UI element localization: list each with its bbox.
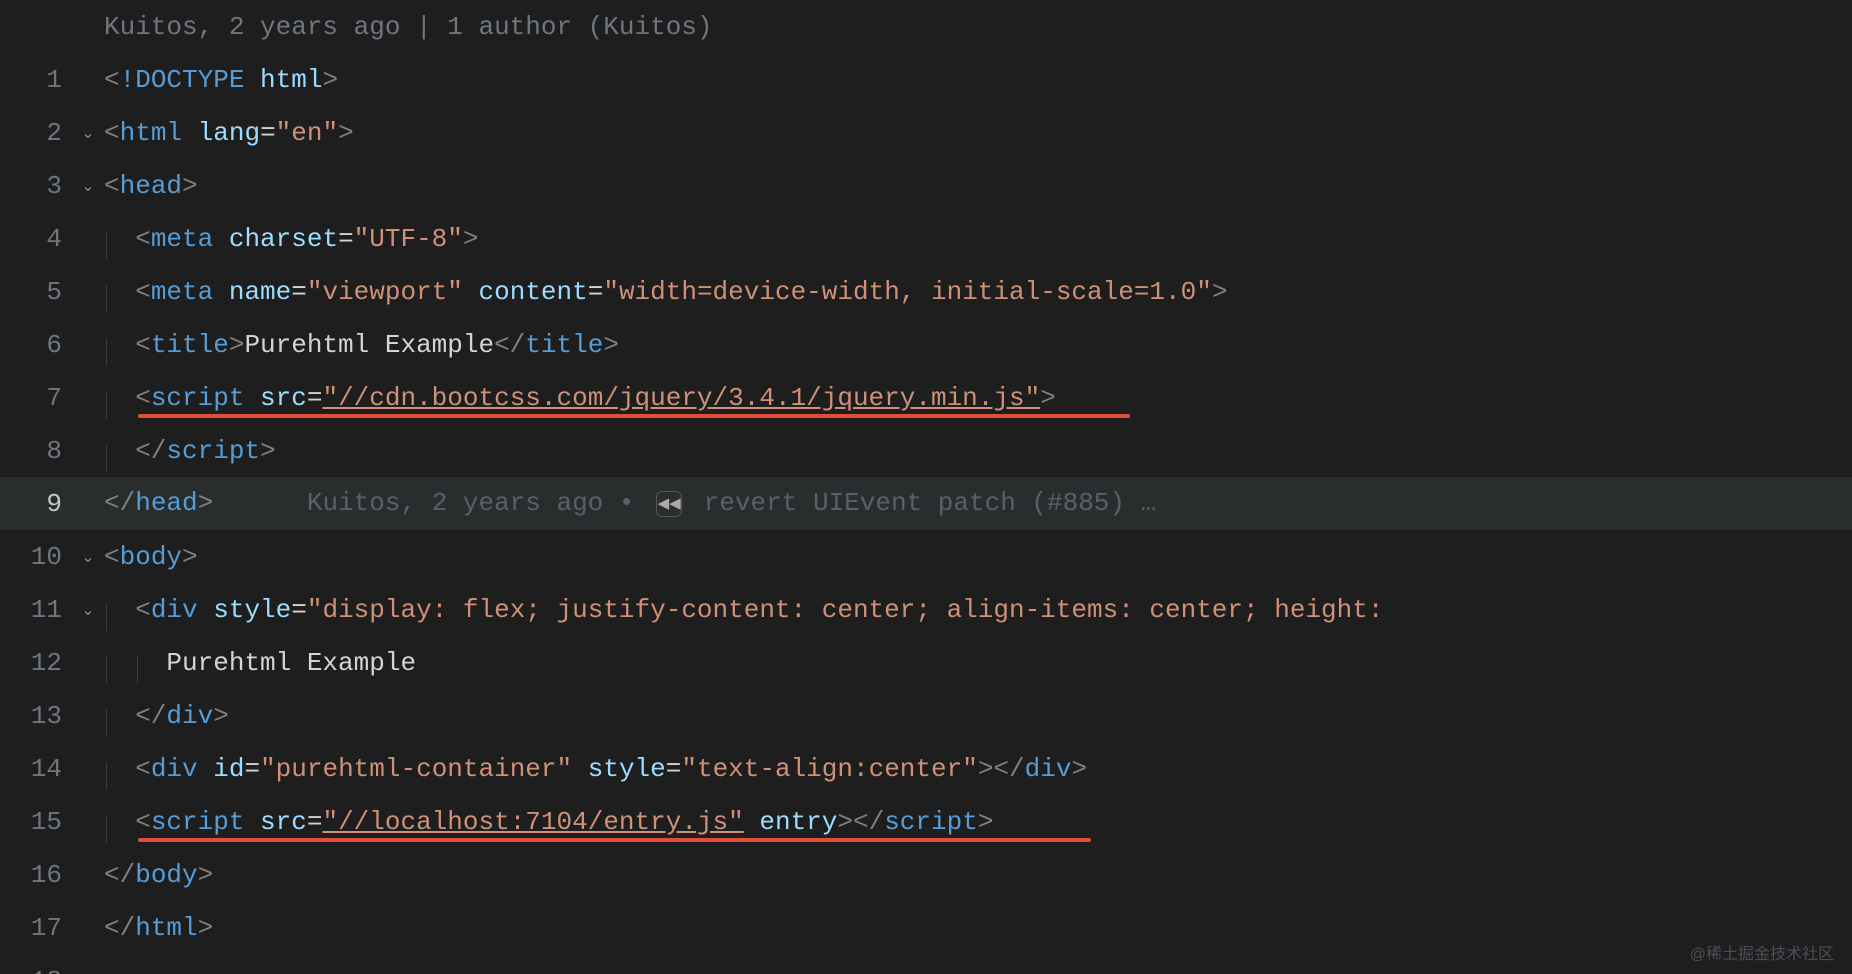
line-number: 13 <box>0 701 72 731</box>
code-editor[interactable]: Kuitos, 2 years ago | 1 author (Kuitos) … <box>0 0 1852 974</box>
blame-header: Kuitos, 2 years ago | 1 author (Kuitos) <box>104 12 713 42</box>
code-line[interactable]: 17 </html> <box>0 901 1852 954</box>
watermark: @稀土掘金技术社区 <box>1690 940 1834 964</box>
code-line[interactable]: 4 <meta charset="UTF-8"> <box>0 212 1852 265</box>
line-number: 4 <box>0 224 72 254</box>
code-content[interactable]: <meta name="viewport" content="width=dev… <box>104 277 1852 307</box>
line-number: 7 <box>0 383 72 413</box>
code-line[interactable]: 11 ⌄ <div style="display: flex; justify-… <box>0 583 1852 636</box>
code-line[interactable]: 14 <div id="purehtml-container" style="t… <box>0 742 1852 795</box>
code-content[interactable]: </body> <box>104 860 1852 890</box>
code-line[interactable]: 18 <box>0 954 1852 974</box>
code-line[interactable]: 5 <meta name="viewport" content="width=d… <box>0 265 1852 318</box>
code-line[interactable]: 3 ⌄ <head> <box>0 159 1852 212</box>
code-line-current[interactable]: 9 </head> Kuitos, 2 years ago • ◀◀ rever… <box>0 477 1852 530</box>
code-content[interactable]: </head> Kuitos, 2 years ago • ◀◀ revert … <box>104 488 1852 519</box>
code-content[interactable]: </script> <box>104 436 1852 466</box>
code-content[interactable]: <body> <box>104 542 1852 572</box>
line-number: 6 <box>0 330 72 360</box>
code-line[interactable]: 16 </body> <box>0 848 1852 901</box>
code-content[interactable]: <div id="purehtml-container" style="text… <box>104 754 1852 784</box>
line-number: 11 <box>0 595 72 625</box>
code-line[interactable]: 10 ⌄ <body> <box>0 530 1852 583</box>
line-number: 15 <box>0 807 72 837</box>
code-line[interactable]: 13 </div> <box>0 689 1852 742</box>
code-line[interactable]: 12 Purehtml Example <box>0 636 1852 689</box>
code-content[interactable]: <script src="//localhost:7104/entry.js" … <box>104 807 1852 837</box>
fold-toggle-icon[interactable]: ⌄ <box>72 176 104 196</box>
line-number: 16 <box>0 860 72 890</box>
rewind-icon[interactable]: ◀◀ <box>656 491 682 517</box>
code-content[interactable]: <html lang="en"> <box>104 118 1852 148</box>
gitlens-annotation[interactable]: Kuitos, 2 years ago • ◀◀ revert UIEvent … <box>307 488 1156 518</box>
code-content[interactable]: <!DOCTYPE html> <box>104 65 1852 95</box>
line-number: 1 <box>0 65 72 95</box>
code-line[interactable]: 2 ⌄ <html lang="en"> <box>0 106 1852 159</box>
code-content[interactable]: </div> <box>104 701 1852 731</box>
line-number: 8 <box>0 436 72 466</box>
code-line[interactable]: 6 <title>Purehtml Example</title> <box>0 318 1852 371</box>
code-line[interactable]: 1 <!DOCTYPE html> <box>0 53 1852 106</box>
line-number: 5 <box>0 277 72 307</box>
line-number: 17 <box>0 913 72 943</box>
line-number: 14 <box>0 754 72 784</box>
annotation-underline <box>138 414 1130 418</box>
line-number: 18 <box>0 966 72 974</box>
line-number: 3 <box>0 171 72 201</box>
line-number: 12 <box>0 648 72 678</box>
code-content[interactable]: </html> <box>104 913 1852 943</box>
annotation-underline <box>138 838 1091 842</box>
code-content[interactable]: Purehtml Example <box>104 648 1852 678</box>
code-line[interactable]: 8 </script> <box>0 424 1852 477</box>
fold-toggle-icon[interactable]: ⌄ <box>72 600 104 620</box>
code-content[interactable]: <meta charset="UTF-8"> <box>104 224 1852 254</box>
fold-toggle-icon[interactable]: ⌄ <box>72 547 104 567</box>
code-content[interactable]: <script src="//cdn.bootcss.com/jquery/3.… <box>104 383 1852 413</box>
line-number: 10 <box>0 542 72 572</box>
line-number: 9 <box>0 489 72 519</box>
code-content[interactable]: <div style="display: flex; justify-conte… <box>104 595 1852 625</box>
fold-toggle-icon[interactable]: ⌄ <box>72 123 104 143</box>
code-content[interactable]: <title>Purehtml Example</title> <box>104 330 1852 360</box>
blame-header-row: Kuitos, 2 years ago | 1 author (Kuitos) <box>0 0 1852 53</box>
line-number: 2 <box>0 118 72 148</box>
code-content[interactable]: <head> <box>104 171 1852 201</box>
